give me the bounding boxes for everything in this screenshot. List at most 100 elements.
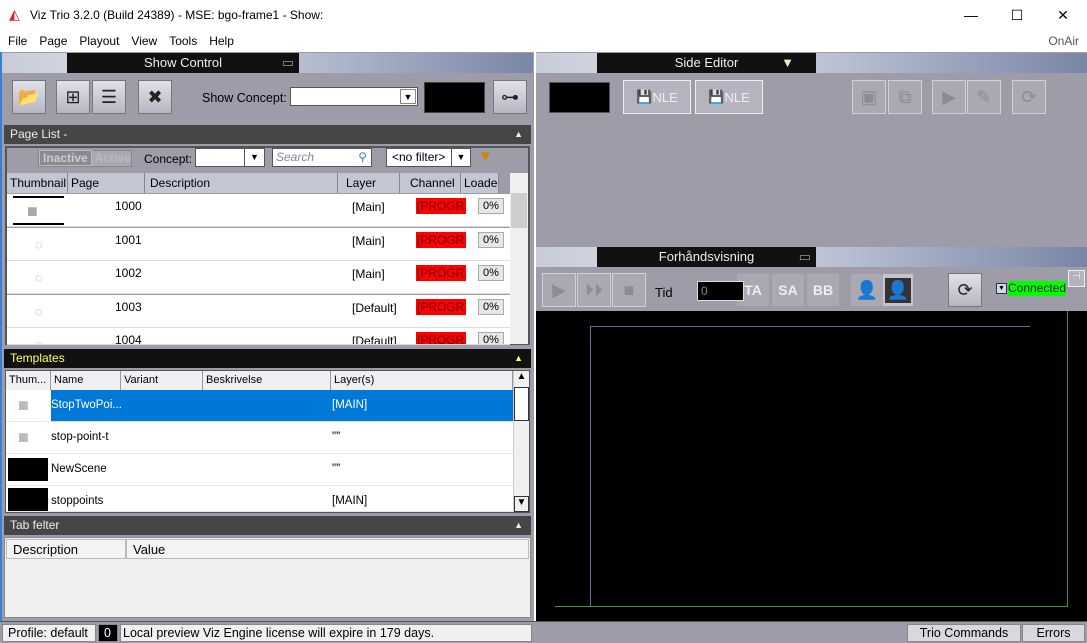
cube-thumbnail-icon: ■ (27, 201, 38, 221)
onair-label[interactable]: OnAir (1042, 34, 1087, 48)
connect-button[interactable]: ⊶ (493, 80, 527, 114)
template-layer: "" (332, 431, 341, 443)
concept-select[interactable]: ▼ (195, 148, 265, 167)
page-channel: [PROGR... (416, 332, 466, 344)
user-dark-button[interactable]: 👤 (883, 274, 913, 306)
template-row[interactable]: NewScene "" (6, 454, 513, 486)
col-beskrivelse[interactable]: Beskrivelse (203, 371, 331, 390)
minimize-panel-icon[interactable]: ▭ (799, 247, 811, 267)
inactive-option[interactable]: Inactive (39, 150, 92, 166)
menu-help[interactable]: Help (203, 34, 240, 48)
page-loaded: 0% (478, 198, 504, 214)
page-row[interactable]: ◌ 1002 [Main] [PROGR... 0% (7, 261, 510, 294)
errors-tab[interactable]: Errors (1022, 624, 1085, 642)
col-layers[interactable]: Layer(s) (331, 371, 513, 390)
scrollbar-thumb[interactable] (511, 193, 527, 228)
page-row[interactable]: ◌ 1001 [Main] [PROGR... 0% (7, 227, 510, 261)
col-description[interactable]: Description (6, 539, 126, 559)
new-page-button[interactable]: ⊞ (56, 80, 90, 114)
connected-dropdown-icon[interactable]: ▼ (996, 283, 1007, 294)
scroll-down-icon[interactable]: ▼ (514, 496, 529, 512)
save-button[interactable]: ▣ (852, 80, 886, 114)
template-row[interactable]: ■ StopTwoPoi... [MAIN] (6, 390, 513, 422)
page-list-scrollbar[interactable] (510, 173, 528, 344)
col-channel[interactable]: Channel (400, 173, 461, 193)
template-layer: [MAIN] (332, 399, 368, 411)
pin-icon[interactable]: ⊣ (1068, 270, 1085, 287)
col-layer[interactable]: Layer (338, 173, 400, 193)
collapse-icon[interactable]: ▲ (514, 349, 523, 368)
tools-icon: ✖ (147, 86, 163, 107)
scene-thumbnail (8, 458, 48, 481)
status-bar: Profile: default 0 Local preview Viz Eng… (0, 621, 1087, 643)
scroll-up-icon[interactable]: ▲ (514, 371, 529, 387)
templates-title: Templates (10, 351, 65, 365)
user-light-button[interactable]: 👤 (851, 274, 883, 306)
templates-scrollbar[interactable]: ▲ ▼ (513, 371, 529, 512)
trio-commands-tab[interactable]: Trio Commands (907, 624, 1021, 642)
sa-button[interactable]: SA (772, 274, 804, 306)
stop-button[interactable]: ■ (612, 273, 646, 307)
refresh-preview-button[interactable]: ⟳ (948, 273, 982, 307)
take-script-button[interactable]: ▶ (932, 80, 966, 114)
template-layer: [MAIN] (332, 495, 368, 507)
filter-icon[interactable]: ▼ (478, 148, 493, 165)
save-nle-button[interactable]: 💾 NLE (623, 80, 691, 114)
page-number: 1004 (115, 333, 142, 345)
page-row[interactable]: ■ 1000 [Main] [PROGR... 0% (7, 194, 510, 227)
search-input[interactable]: Search ⚲ (272, 148, 372, 167)
minimize-panel-icon[interactable]: ▭ (282, 53, 294, 73)
col-description[interactable]: Description (145, 173, 338, 193)
page-row[interactable]: ◌ 1004 [Default] [PROGR... 0% (7, 328, 510, 345)
tid-input[interactable]: 0 (697, 281, 744, 301)
play-button[interactable]: ▶ (542, 273, 576, 307)
active-option[interactable]: Active (95, 151, 131, 165)
continue-button[interactable]: ⏵⏵ (577, 273, 611, 307)
continue-icon: ⏵⏵ (585, 279, 603, 300)
template-row[interactable]: stoppoints [MAIN] (6, 486, 513, 512)
edit-script-button[interactable]: ✎ (967, 80, 1001, 114)
active-toggle[interactable]: Inactive Active (38, 150, 132, 167)
menu-file[interactable]: File (0, 34, 33, 48)
minimize-button[interactable]: — (948, 0, 994, 30)
refresh-editor-button[interactable]: ⟳ (1012, 80, 1046, 114)
col-thumb[interactable]: Thum... (6, 371, 51, 390)
tab-felter-title: Tab felter (10, 518, 60, 532)
collapse-icon[interactable]: ▲ (514, 125, 523, 144)
templates-header[interactable]: Templates ▲ (4, 349, 531, 368)
page-number: 1002 (115, 266, 142, 280)
col-page[interactable]: Page (68, 173, 145, 193)
page-layer: [Main] (352, 267, 385, 281)
bb-button[interactable]: BB (807, 274, 839, 306)
open-folder-button[interactable]: 📂 (12, 80, 46, 114)
col-name[interactable]: Name (51, 371, 121, 390)
show-concept-select[interactable]: ▼ (290, 87, 418, 106)
close-button[interactable]: ✕ (1040, 0, 1086, 30)
dropdown-arrow-icon[interactable]: ▼ (781, 53, 794, 73)
filter-select[interactable]: <no filter> ▼ (386, 148, 471, 167)
menu-tools[interactable]: Tools (163, 34, 203, 48)
page-list-header[interactable]: Page List - ▲ (4, 125, 531, 144)
maximize-button[interactable]: ☐ (994, 0, 1040, 30)
collapse-icon[interactable]: ▲ (514, 516, 523, 535)
page-number: 1001 (115, 232, 142, 247)
template-name: stoppoints (51, 495, 104, 507)
menu-page[interactable]: Page (33, 34, 73, 48)
col-value[interactable]: Value (126, 539, 529, 559)
tab-felter-header[interactable]: Tab felter ▲ (4, 516, 531, 535)
save-all-button[interactable]: ⧉ (888, 80, 922, 114)
add-list-button[interactable]: ☰ (92, 80, 126, 114)
col-variant[interactable]: Variant (121, 371, 203, 390)
page-row[interactable]: ◌ 1003 [Default] [PROGR... 0% (7, 294, 510, 328)
scrollbar-thumb[interactable] (514, 387, 529, 421)
template-row[interactable]: ■ stop-point-t "" (6, 422, 513, 454)
menu-playout[interactable]: Playout (73, 34, 125, 48)
menu-view[interactable]: View (125, 34, 163, 48)
preview-viewport[interactable] (536, 311, 1087, 621)
floppy-icon: 💾 (636, 89, 653, 104)
stop-icon: ■ (623, 279, 635, 300)
save-as-nle-button[interactable]: 💾 NLE (695, 80, 763, 114)
col-loaded[interactable]: Loaded (461, 173, 499, 193)
col-thumbnail[interactable]: Thumbnail (7, 173, 68, 193)
tools-button[interactable]: ✖ (138, 80, 172, 114)
